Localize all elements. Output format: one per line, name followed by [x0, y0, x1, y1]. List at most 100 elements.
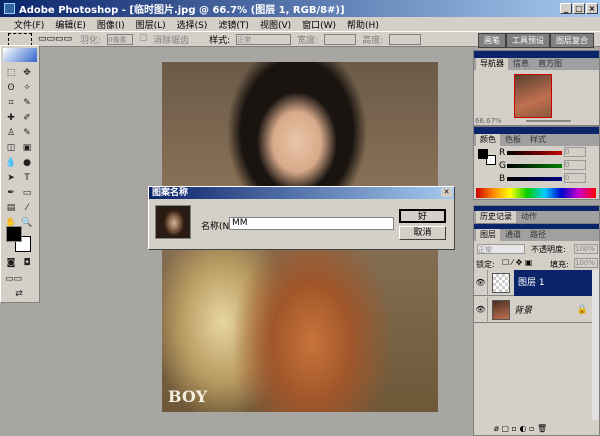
opacity-input[interactable]: 100%: [574, 244, 598, 254]
tab-paths[interactable]: 路径: [526, 229, 550, 241]
standard-mode-icon[interactable]: ◘: [21, 258, 33, 269]
menu-file[interactable]: 文件(F): [14, 18, 44, 31]
pen-tool-icon[interactable]: ✒: [5, 188, 17, 199]
r-value[interactable]: 0: [564, 147, 586, 157]
menu-layer[interactable]: 图层(L): [136, 18, 166, 31]
lock-icons[interactable]: ☐ ⁄ ✥ ▣: [502, 258, 532, 267]
g-value[interactable]: 0: [564, 160, 586, 170]
brush-tool-icon[interactable]: ✐: [21, 113, 33, 124]
tab-color[interactable]: 颜色: [476, 134, 500, 146]
g-slider[interactable]: [507, 164, 562, 168]
type-tool-icon[interactable]: T: [21, 173, 33, 184]
tab-tool-presets[interactable]: 工具预设: [506, 33, 550, 48]
layer-thumbnail: [492, 272, 510, 293]
zoom-slider[interactable]: [526, 120, 571, 122]
antialias-label: 消除锯齿: [153, 35, 190, 46]
tab-brushes[interactable]: 画笔: [478, 33, 506, 48]
g-label: G: [499, 161, 506, 171]
menu-image[interactable]: 图像(I): [97, 18, 125, 31]
lock-label: 锁定:: [476, 260, 495, 269]
zoom-value[interactable]: 66.67%: [475, 117, 502, 125]
fill-label: 填充:: [550, 260, 569, 269]
navigator-thumbnail[interactable]: [514, 74, 552, 118]
visibility-eye-icon[interactable]: 👁: [474, 269, 488, 296]
layers-bottom-buttons[interactable]: ø ▢ ▫ ◐ ▫ 🗑: [494, 424, 547, 433]
crop-tool-icon[interactable]: ⌗: [5, 98, 17, 109]
stamp-tool-icon[interactable]: ♙: [5, 128, 17, 139]
layers-panel: 图层 通道 路径 正常 不透明度: 100% 锁定: ☐ ⁄ ✥ ▣ 填充: 100…: [473, 223, 600, 436]
marquee-tool-icon[interactable]: ⬚: [5, 68, 17, 79]
zoom-tool-icon[interactable]: 🔍: [21, 218, 33, 229]
toolbox-header: [3, 48, 37, 62]
fill-input[interactable]: 100%: [574, 258, 598, 268]
menu-window[interactable]: 窗口(W): [302, 18, 336, 31]
color-panel: 颜色 色板 样式 R 0 G 0 B 0: [473, 126, 600, 200]
boy-logo: BOY: [168, 387, 208, 406]
color-spectrum[interactable]: [476, 188, 596, 198]
visibility-eye-icon[interactable]: 👁: [474, 296, 488, 323]
feather-label: 羽化:: [80, 35, 102, 46]
color-fg-swatch[interactable]: [478, 149, 488, 159]
blend-mode-select[interactable]: 正常: [477, 244, 525, 254]
quick-mask-icon[interactable]: ◙: [5, 258, 17, 269]
layer-thumbnail: [492, 299, 510, 320]
dodge-tool-icon[interactable]: ●: [21, 158, 33, 169]
lasso-tool-icon[interactable]: ʘ: [5, 83, 17, 94]
tab-styles[interactable]: 样式: [526, 134, 550, 146]
ok-button[interactable]: 好: [399, 209, 446, 223]
menu-view[interactable]: 视图(V): [260, 18, 291, 31]
height-input[interactable]: [389, 33, 422, 45]
layer-row-layer1[interactable]: 👁 图层 1: [474, 269, 592, 296]
notes-tool-icon[interactable]: ▤: [5, 203, 17, 214]
path-select-icon[interactable]: ➤: [5, 173, 17, 184]
healing-brush-icon[interactable]: ✚: [5, 113, 17, 124]
b-slider[interactable]: [507, 177, 562, 181]
magic-wand-icon[interactable]: ✧: [21, 83, 33, 94]
jump-to-imageready-icon[interactable]: ⇄: [13, 289, 25, 300]
slice-tool-icon[interactable]: ✎: [21, 98, 33, 109]
move-tool-icon[interactable]: ✥: [21, 68, 33, 79]
foreground-color-swatch[interactable]: [6, 226, 22, 242]
layer-name: 图层 1: [514, 269, 592, 296]
selection-mode-icons[interactable]: ▭▭▭▭: [38, 34, 74, 44]
maximize-button[interactable]: □: [573, 3, 585, 14]
marquee-preset-icon[interactable]: [8, 32, 32, 46]
gradient-tool-icon[interactable]: ▣: [21, 143, 33, 154]
pattern-name-dialog: 图案名称 ✕ 名称(N): MM 好 取消: [148, 186, 455, 250]
menu-help[interactable]: 帮助(H): [347, 18, 379, 31]
palette-well: 画笔 工具预设 图层复合: [478, 33, 594, 48]
layer-row-background[interactable]: 👁 背景 🔒: [474, 296, 592, 323]
tab-layer-comps[interactable]: 图层复合: [550, 33, 594, 48]
feather-input[interactable]: 0像素: [107, 33, 134, 45]
antialias-checkbox[interactable]: ☐: [139, 34, 147, 44]
b-value[interactable]: 0: [564, 173, 586, 183]
dialog-close-button[interactable]: ✕: [441, 188, 452, 197]
minimize-button[interactable]: _: [560, 3, 572, 14]
shape-tool-icon[interactable]: ▭: [21, 188, 33, 199]
r-slider[interactable]: [507, 151, 562, 155]
tab-swatches[interactable]: 色板: [501, 134, 525, 146]
history-brush-icon[interactable]: ✎: [21, 128, 33, 139]
blur-tool-icon[interactable]: 💧: [5, 158, 17, 169]
tab-info[interactable]: 信息: [509, 58, 533, 70]
tab-layers[interactable]: 图层: [476, 229, 500, 241]
width-input[interactable]: [324, 33, 357, 45]
menu-bar: 文件(F) 编辑(E) 图像(I) 图层(L) 选择(S) 滤镜(T) 视图(V…: [0, 17, 600, 31]
cancel-button[interactable]: 取消: [399, 226, 446, 240]
menu-edit[interactable]: 编辑(E): [55, 18, 86, 31]
tab-history[interactable]: 历史记录: [476, 211, 516, 223]
tab-navigator[interactable]: 导航器: [476, 58, 508, 70]
tab-histogram[interactable]: 直方图: [534, 58, 566, 70]
tab-actions[interactable]: 动作: [517, 211, 541, 223]
eraser-tool-icon[interactable]: ◫: [5, 143, 17, 154]
style-select[interactable]: 正常: [236, 33, 292, 45]
eyedropper-icon[interactable]: ⁄: [21, 203, 33, 214]
photoshop-icon: [4, 3, 15, 14]
name-input[interactable]: MM: [229, 217, 394, 230]
menu-filter[interactable]: 滤镜(T): [218, 18, 249, 31]
screen-mode-icon[interactable]: ▭▭: [5, 274, 22, 285]
layers-scrollbar[interactable]: [592, 270, 599, 420]
menu-select[interactable]: 选择(S): [177, 18, 208, 31]
tab-channels[interactable]: 通道: [501, 229, 525, 241]
close-button[interactable]: ×: [586, 3, 598, 14]
